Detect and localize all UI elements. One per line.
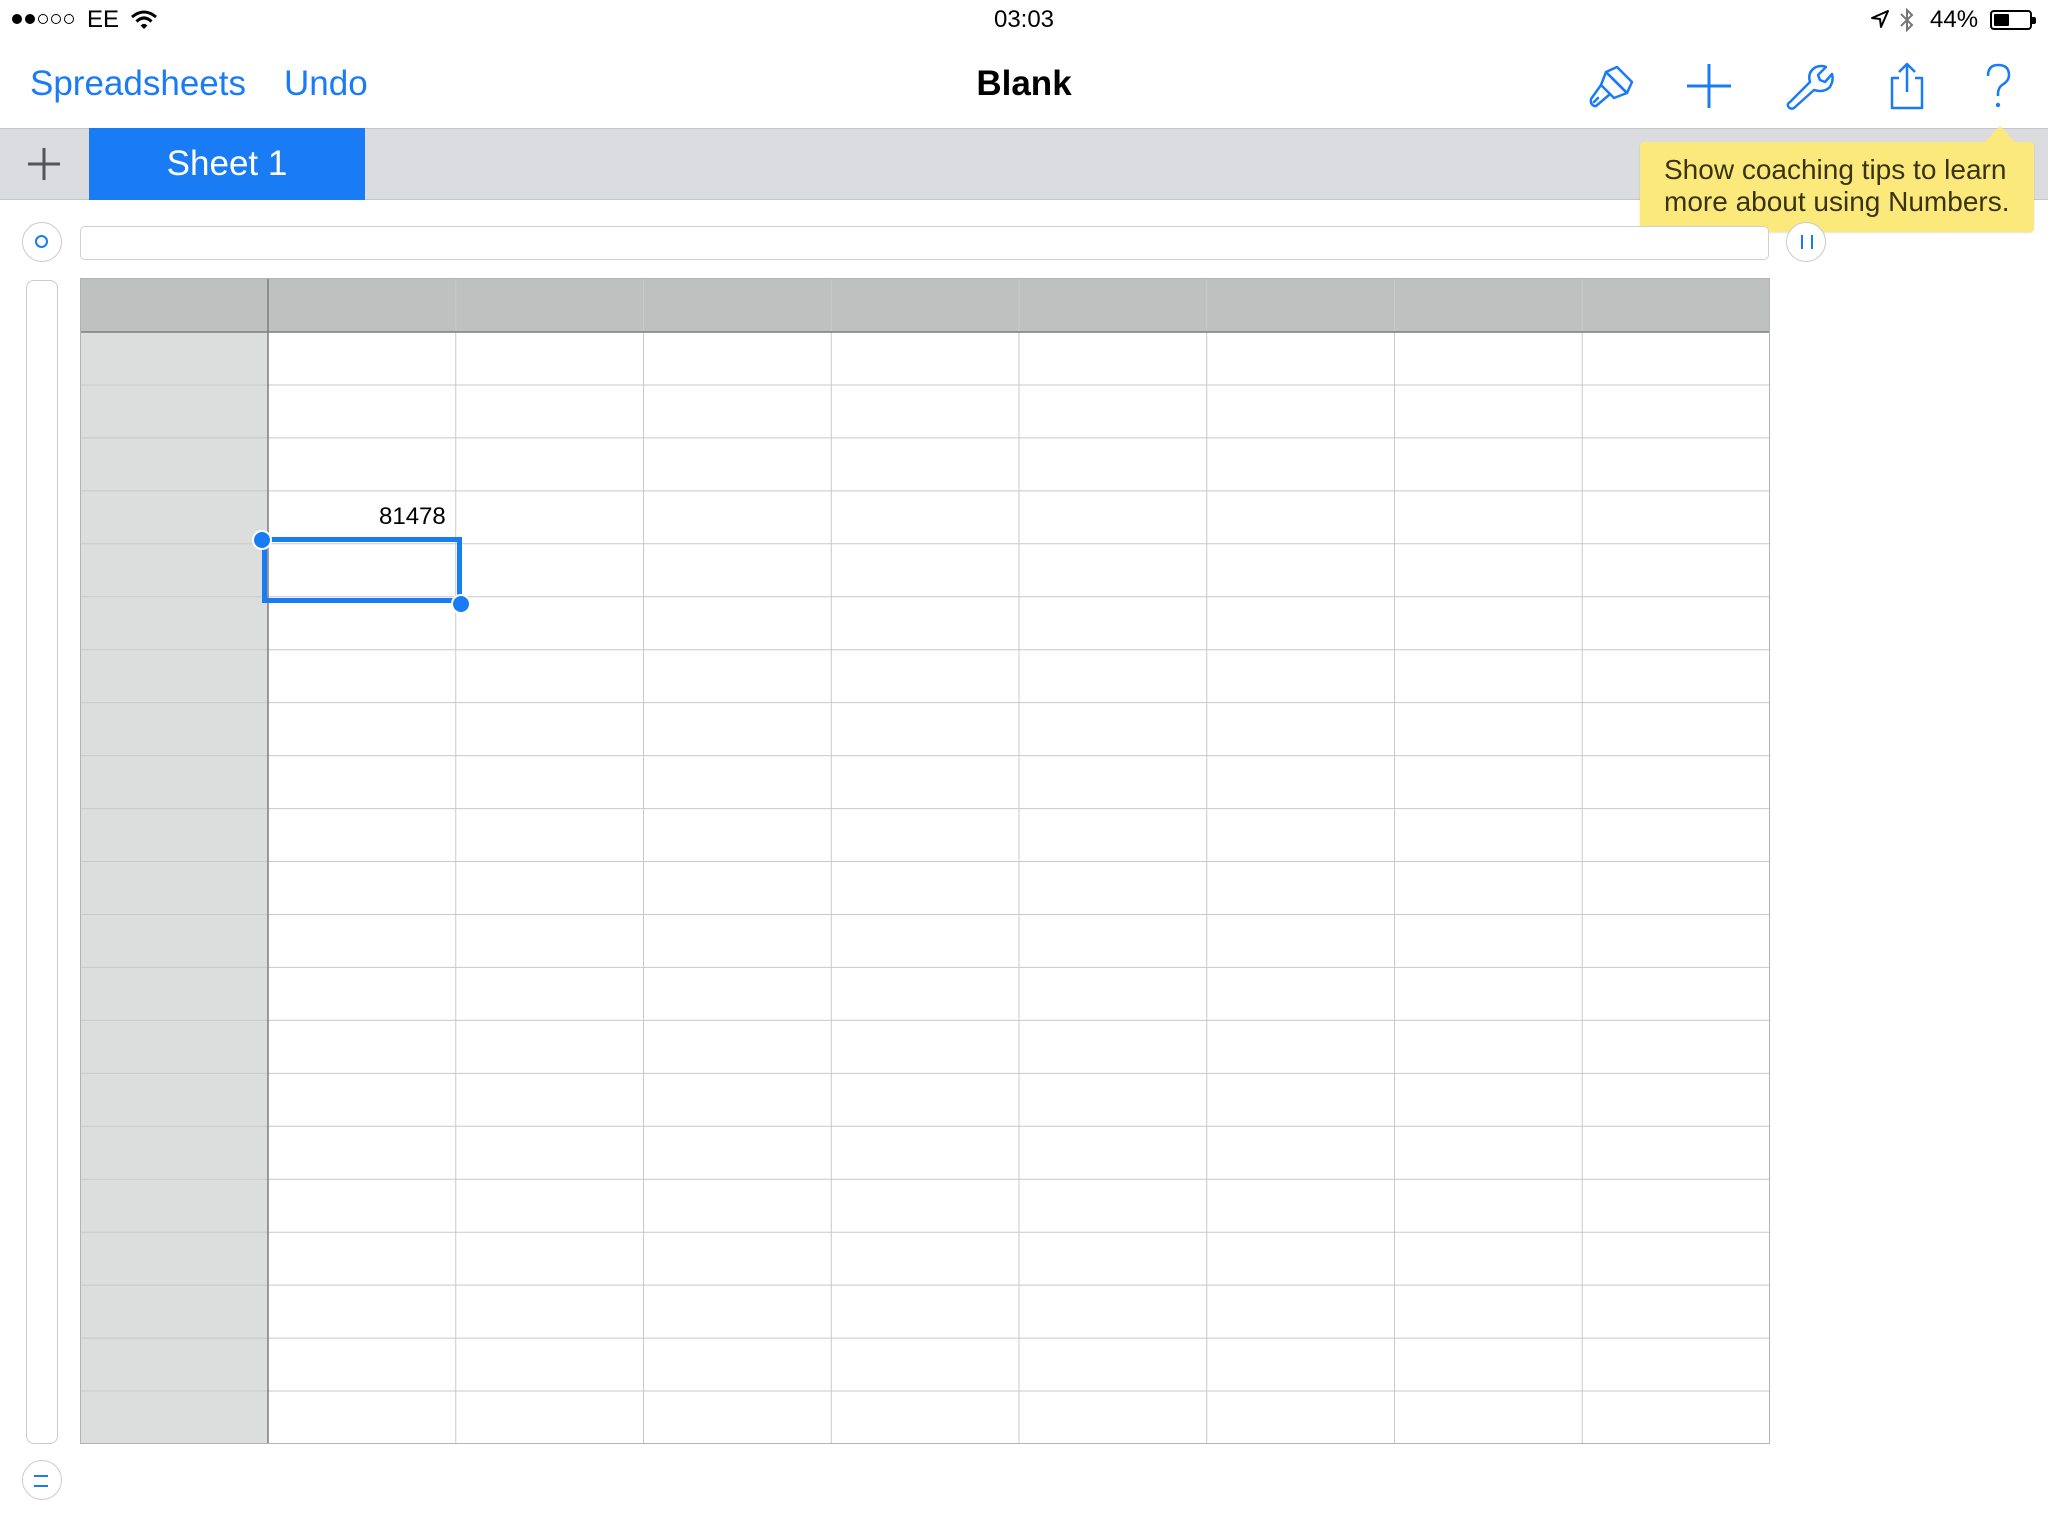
tooltip-line-2: more about using Numbers.: [1664, 186, 2010, 217]
add-object-plus-icon[interactable]: [1681, 58, 1737, 114]
pause-bars-icon: [1801, 235, 1813, 249]
spreadsheet-table[interactable]: [80, 278, 1770, 1444]
selection-handle-top-left[interactable]: [252, 530, 272, 550]
paintbrush-icon[interactable]: [1584, 58, 1640, 114]
battery-icon: [1990, 10, 2036, 30]
wrench-icon[interactable]: [1780, 58, 1836, 114]
tooltip-arrow: [1984, 126, 2016, 143]
help-icon[interactable]: [1970, 58, 2026, 114]
share-icon[interactable]: [1879, 58, 1935, 114]
table-body-background: [80, 278, 1770, 1444]
header-column: [80, 332, 268, 1444]
equals-bars-icon: [34, 1475, 48, 1487]
table-row-bar[interactable]: [26, 280, 58, 1444]
circle-icon: [35, 235, 48, 248]
selected-cell-outline[interactable]: [262, 537, 462, 603]
row-resize-handle[interactable]: [22, 1460, 62, 1500]
location-arrow-icon: [1871, 10, 1889, 28]
tooltip-line-1: Show coaching tips to learn: [1664, 154, 2007, 185]
selection-handle-bottom-right[interactable]: [451, 594, 471, 614]
bluetooth-icon: [1900, 7, 1914, 33]
document-title: Blank: [976, 64, 1072, 103]
tab-sheet-1[interactable]: Sheet 1: [89, 128, 365, 200]
battery-percent-label: 44%: [1930, 6, 1979, 33]
table-grid[interactable]: [80, 278, 1770, 1444]
cell-value-81478[interactable]: 81478: [266, 503, 446, 531]
status-bar: EE 03:03 44%: [0, 0, 2048, 40]
plus-icon: [28, 148, 60, 180]
header-row: [80, 278, 1770, 332]
clock-label: 03:03: [993, 6, 1055, 33]
tab-label: Sheet 1: [166, 144, 288, 183]
table-select-handle[interactable]: [22, 222, 62, 262]
add-sheet-button[interactable]: [0, 128, 88, 200]
table-column-bar[interactable]: [80, 226, 1769, 260]
coaching-tips-tooltip[interactable]: Show coaching tips to learn more about u…: [1640, 142, 2034, 232]
column-resize-handle[interactable]: [1786, 222, 1826, 262]
